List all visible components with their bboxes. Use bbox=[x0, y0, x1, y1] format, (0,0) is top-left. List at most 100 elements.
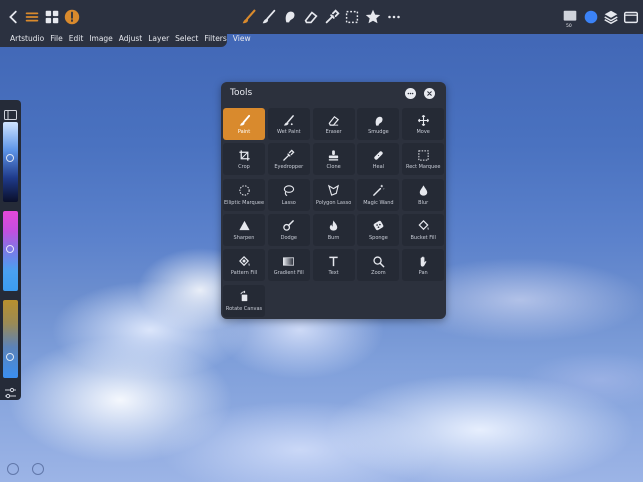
tool-label: Lasso bbox=[281, 199, 296, 206]
menu-layer[interactable]: Layer bbox=[148, 34, 169, 43]
tool-pan[interactable]: Pan bbox=[402, 249, 445, 282]
tool-magic-wand[interactable]: Magic Wand bbox=[357, 178, 400, 211]
tool-smudge[interactable]: Smudge bbox=[357, 108, 400, 140]
sliders-settings-icon[interactable] bbox=[4, 384, 17, 399]
tool-crop[interactable]: Crop bbox=[223, 143, 265, 176]
layer-opacity-badge: 50 bbox=[566, 24, 572, 29]
clone-stamp-icon bbox=[327, 148, 341, 162]
tool-bucket-fill[interactable]: Bucket Fill bbox=[402, 213, 445, 246]
tool-label: Gradient Fill bbox=[273, 270, 304, 277]
menu-edit[interactable]: Edit bbox=[69, 34, 84, 43]
tool-label: Zoom bbox=[371, 270, 386, 277]
smudge-icon[interactable] bbox=[280, 7, 300, 27]
undo-icon[interactable] bbox=[7, 463, 19, 475]
flame-icon bbox=[327, 219, 341, 233]
gallery-grid-icon[interactable] bbox=[42, 7, 62, 27]
tool-clone[interactable]: Clone bbox=[312, 143, 355, 176]
window-icon[interactable] bbox=[621, 7, 641, 27]
tool-blur[interactable]: Blur bbox=[402, 178, 445, 211]
eyedropper-icon bbox=[282, 148, 296, 162]
menu-view[interactable]: View bbox=[233, 34, 251, 43]
eraser-icon bbox=[327, 113, 341, 127]
tool-paint[interactable]: Paint bbox=[223, 108, 265, 140]
tool-label: Dodge bbox=[280, 234, 297, 241]
sidebar-toggle-icon[interactable] bbox=[4, 105, 17, 120]
tool-label: Crop bbox=[238, 164, 250, 171]
tool-pattern-fill[interactable]: Pattern Fill bbox=[223, 249, 265, 282]
brush-opacity-knob[interactable] bbox=[6, 245, 14, 253]
menu-artstudio[interactable]: Artstudio bbox=[10, 34, 44, 43]
brush-size-knob[interactable] bbox=[6, 154, 14, 162]
menu-adjust[interactable]: Adjust bbox=[119, 34, 142, 43]
wet-brush-icon[interactable] bbox=[259, 7, 279, 27]
brush-flow-slider[interactable] bbox=[3, 300, 18, 378]
ellipse-marquee-icon bbox=[237, 184, 251, 198]
menu-image[interactable]: Image bbox=[89, 34, 113, 43]
star-icon[interactable] bbox=[363, 7, 383, 27]
back-icon[interactable] bbox=[4, 7, 24, 27]
tool-label: Move bbox=[416, 129, 430, 135]
info-icon[interactable] bbox=[62, 7, 82, 27]
rect-marquee-icon bbox=[416, 148, 430, 162]
tool-eraser[interactable]: Eraser bbox=[312, 108, 355, 140]
menu-file[interactable]: File bbox=[50, 34, 63, 43]
tool-move[interactable]: Move bbox=[402, 108, 445, 140]
rotate-canvas-icon bbox=[237, 290, 251, 304]
panel-close-button[interactable] bbox=[424, 88, 435, 99]
polygon-lasso-icon bbox=[327, 184, 341, 198]
brush-flow-knob[interactable] bbox=[6, 353, 14, 361]
layers-icon[interactable] bbox=[601, 7, 621, 27]
tool-label: Smudge bbox=[368, 129, 389, 135]
brush-size-slider[interactable] bbox=[3, 122, 18, 202]
tool-rect-marquee[interactable]: Rect Marquee bbox=[402, 143, 445, 176]
brush-settings-sidebar bbox=[0, 100, 21, 400]
dodge-icon bbox=[282, 219, 296, 233]
tool-dodge[interactable]: Dodge bbox=[267, 213, 310, 246]
tool-burn[interactable]: Burn bbox=[312, 213, 355, 246]
tool-label: Pan bbox=[418, 270, 428, 277]
menu-icon[interactable] bbox=[22, 7, 42, 27]
pattern-fill-icon bbox=[237, 254, 251, 268]
bucket-icon bbox=[416, 219, 430, 233]
tool-rotate-canvas[interactable]: Rotate Canvas bbox=[223, 284, 265, 317]
tool-eyedropper[interactable]: Eyedropper bbox=[267, 143, 310, 176]
tool-label: Eraser bbox=[325, 129, 342, 135]
gradient-icon bbox=[282, 254, 296, 268]
tool-label: Heal bbox=[372, 164, 385, 171]
menu-filters[interactable]: Filters bbox=[204, 34, 226, 43]
color-swatch[interactable] bbox=[581, 7, 601, 27]
tool-label: Blur bbox=[418, 199, 429, 206]
brush-icon bbox=[237, 113, 251, 127]
eyedropper-icon[interactable] bbox=[322, 7, 342, 27]
tool-heal[interactable]: Heal bbox=[357, 143, 400, 176]
tool-zoom[interactable]: Zoom bbox=[357, 249, 400, 282]
redo-icon[interactable] bbox=[32, 463, 44, 475]
move-icon bbox=[416, 113, 430, 127]
tool-wet-paint[interactable]: Wet Paint bbox=[267, 108, 310, 140]
selection-marquee-icon[interactable] bbox=[342, 7, 362, 27]
tool-label: Eyedropper bbox=[274, 164, 304, 171]
menu-select[interactable]: Select bbox=[175, 34, 198, 43]
tool-label: Sponge bbox=[368, 234, 388, 241]
tool-label: Text bbox=[328, 270, 339, 277]
more-icon[interactable] bbox=[384, 7, 404, 27]
tool-label: Rotate Canvas bbox=[225, 305, 263, 312]
smudge-icon bbox=[371, 113, 385, 127]
panel-options-button[interactable] bbox=[405, 88, 416, 99]
brush-icon[interactable] bbox=[239, 7, 259, 27]
tool-polygon-lasso[interactable]: Polygon Lasso bbox=[312, 178, 355, 211]
eraser-icon[interactable] bbox=[301, 7, 321, 27]
tool-gradient-fill[interactable]: Gradient Fill bbox=[267, 249, 310, 282]
hand-icon bbox=[416, 254, 430, 268]
tool-sharpen[interactable]: Sharpen bbox=[223, 213, 265, 246]
tool-sponge[interactable]: Sponge bbox=[357, 213, 400, 246]
tool-elliptic-marquee[interactable]: Elliptic Marquee bbox=[223, 178, 265, 211]
tool-label: Burn bbox=[327, 234, 340, 241]
triangle-icon bbox=[237, 219, 251, 233]
tool-label: Rect Marquee bbox=[405, 164, 441, 171]
tool-text[interactable]: Text bbox=[312, 249, 355, 282]
bandage-icon bbox=[371, 148, 385, 162]
zoom-icon bbox=[371, 254, 385, 268]
tool-label: Polygon Lasso bbox=[315, 199, 352, 206]
tool-lasso[interactable]: Lasso bbox=[267, 178, 310, 211]
